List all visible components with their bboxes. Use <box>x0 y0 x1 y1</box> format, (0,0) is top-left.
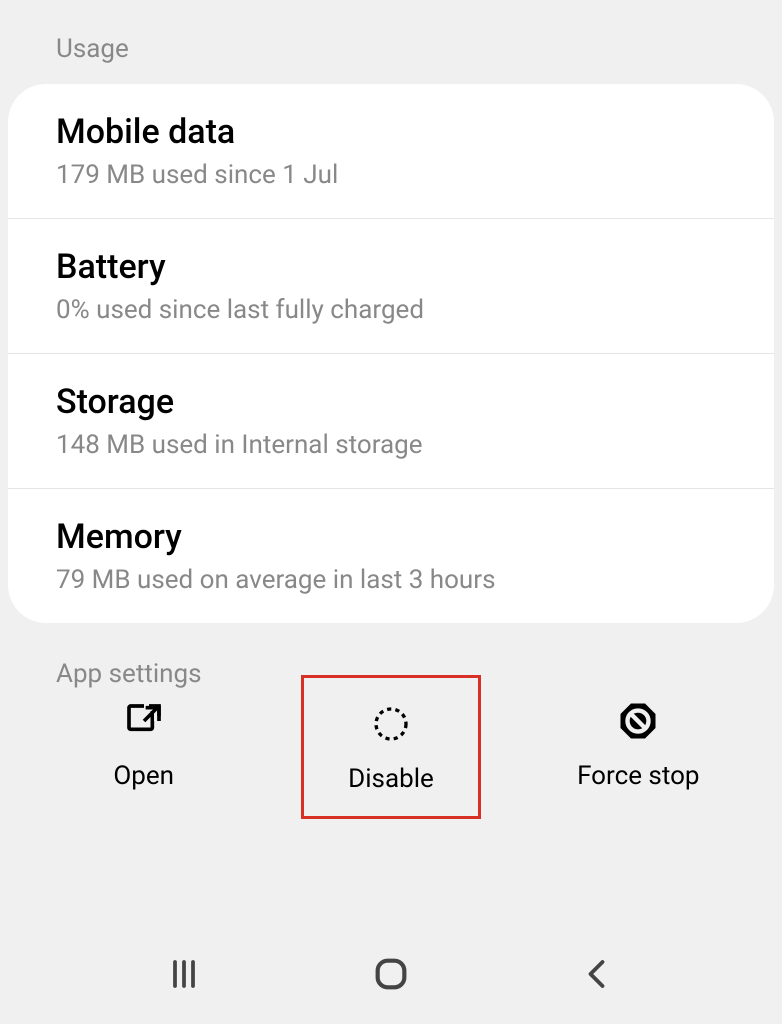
mobile-data-item[interactable]: Mobile data 179 MB used since 1 Jul <box>8 84 774 219</box>
storage-title: Storage <box>56 382 726 422</box>
disable-icon <box>369 702 413 746</box>
open-label: Open <box>113 761 174 791</box>
open-button[interactable]: Open <box>54 679 234 809</box>
memory-title: Memory <box>56 517 726 557</box>
storage-item[interactable]: Storage 148 MB used in Internal storage <box>8 354 774 489</box>
force-stop-icon <box>616 699 660 743</box>
recents-icon <box>166 956 202 992</box>
action-bar: Open Disable Force stop <box>0 679 782 819</box>
back-button[interactable] <box>568 949 628 999</box>
storage-subtitle: 148 MB used in Internal storage <box>56 430 726 460</box>
open-icon <box>122 699 166 743</box>
memory-subtitle: 79 MB used on average in last 3 hours <box>56 565 726 595</box>
mobile-data-subtitle: 179 MB used since 1 Jul <box>56 160 726 190</box>
usage-card: Mobile data 179 MB used since 1 Jul Batt… <box>8 84 774 623</box>
disable-label: Disable <box>348 764 434 794</box>
force-stop-button[interactable]: Force stop <box>548 679 728 809</box>
force-stop-label: Force stop <box>577 761 699 791</box>
usage-section-header: Usage <box>0 0 782 84</box>
memory-item[interactable]: Memory 79 MB used on average in last 3 h… <box>8 489 774 623</box>
mobile-data-title: Mobile data <box>56 112 726 152</box>
home-icon <box>371 954 411 994</box>
navigation-bar <box>0 944 782 1004</box>
battery-item[interactable]: Battery 0% used since last fully charged <box>8 219 774 354</box>
recents-button[interactable] <box>154 949 214 999</box>
home-button[interactable] <box>361 949 421 999</box>
disable-button[interactable]: Disable <box>301 675 481 819</box>
back-icon <box>580 956 616 992</box>
battery-subtitle: 0% used since last fully charged <box>56 295 726 325</box>
battery-title: Battery <box>56 247 726 287</box>
